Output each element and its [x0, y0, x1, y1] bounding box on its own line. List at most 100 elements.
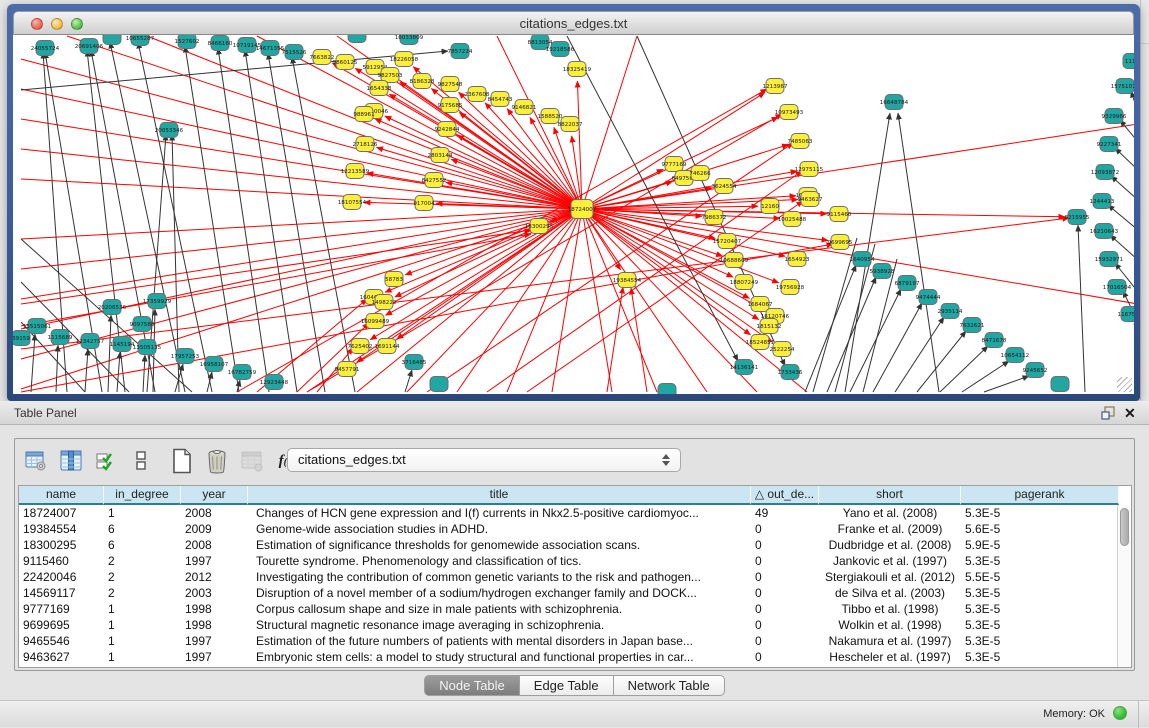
graph-edge[interactable] [1120, 120, 1134, 142]
graph-node[interactable]: 7857224 [448, 44, 473, 59]
graph-node[interactable]: 9097588 [130, 317, 155, 332]
graph-node[interactable]: 2367608 [465, 87, 490, 102]
graph-node[interactable]: 10688609 [720, 253, 749, 268]
graph-node[interactable] [1051, 377, 1069, 392]
graph-node[interactable]: 1167533 [1118, 307, 1134, 322]
graph-edge[interactable] [984, 376, 1029, 392]
column-header-title[interactable]: title [248, 486, 751, 505]
graph-node[interactable]: 1640954 [850, 252, 875, 267]
table-row[interactable]: 977716911998Corpus callosum shape and si… [19, 601, 1117, 617]
graph-node[interactable]: 15751074 [1111, 79, 1134, 94]
column-header-out_de[interactable]: △ out_de... [751, 486, 819, 505]
graph-edge[interactable] [245, 50, 297, 392]
graph-node[interactable]: 17359929 [143, 294, 172, 309]
table-cell[interactable]: 49 [751, 505, 819, 521]
table-cell[interactable]: 1997 [181, 553, 248, 569]
tab-node-table[interactable]: Node Table [424, 675, 520, 696]
citation-network-graph[interactable]: 1872400724055724206914061065528715276028… [13, 35, 1134, 394]
table-cell[interactable]: Structural magnetic resonance image aver… [248, 617, 751, 633]
graph-node[interactable]: 1145194 [110, 337, 135, 352]
graph-edge[interactable] [917, 331, 966, 392]
graph-edge[interactable] [873, 303, 922, 392]
table-cell[interactable]: Jankovic et al. (1997) [819, 553, 961, 569]
graph-node[interactable]: 1733436 [778, 365, 803, 380]
graph-edge[interactable] [21, 209, 582, 359]
column-header-pagerank[interactable]: pagerank [961, 486, 1119, 505]
table-cell[interactable]: 2 [104, 553, 181, 569]
graph-node[interactable]: 9827548 [438, 77, 463, 92]
table-cell[interactable]: 0 [751, 585, 819, 601]
table-cell[interactable]: 0 [751, 633, 819, 649]
graph-node[interactable]: 8466160 [208, 36, 233, 51]
graph-edge[interactable] [31, 334, 35, 392]
table-cell[interactable]: 2008 [181, 505, 248, 521]
graph-node[interactable] [348, 35, 366, 43]
graph-node[interactable]: 8427552 [422, 173, 447, 188]
table-cell[interactable]: 1 [104, 617, 181, 633]
memory-ok-icon[interactable] [1113, 706, 1127, 720]
window-titlebar[interactable]: citations_edges.txt [13, 11, 1134, 35]
table-cell[interactable]: Tibbo et al. (1998) [819, 601, 961, 617]
table-cell[interactable]: Dudbridge et al. (2008) [819, 537, 961, 553]
table-cell[interactable]: 1998 [181, 617, 248, 633]
graph-node[interactable]: 7986372 [702, 210, 727, 225]
column-header-name[interactable]: name [19, 486, 104, 505]
graph-node[interactable]: 2935114 [938, 304, 963, 319]
graph-edge[interactable] [582, 92, 765, 209]
table-settings-button[interactable] [23, 448, 49, 474]
table-cell[interactable]: 1 [104, 649, 181, 665]
graph-node[interactable]: 3624554 [712, 179, 737, 194]
table-row[interactable]: 1456911722003Disruption of a novel membe… [19, 585, 1117, 601]
graph-edge[interactable] [147, 36, 582, 209]
table-cell[interactable]: 2003 [181, 585, 248, 601]
graph-node[interactable]: 1213967 [763, 79, 788, 94]
table-cell[interactable]: 1997 [181, 633, 248, 649]
table-row[interactable]: 946554611997Estimation of the future num… [19, 633, 1117, 649]
graph-node[interactable]: 8215955 [1065, 210, 1090, 225]
graph-node[interactable]: 14136141 [730, 360, 759, 375]
table-cell[interactable]: Hescheler et al. (1997) [819, 649, 961, 665]
table-cell[interactable]: 1 [104, 601, 181, 617]
graph-node[interactable]: 8471678 [982, 333, 1007, 348]
table-cell[interactable]: Tourette syndrome. Phenomenology and cla… [248, 553, 751, 569]
table-cell[interactable]: 22420046 [19, 569, 104, 585]
table-cell[interactable]: 18724007 [19, 505, 104, 521]
graph-edge[interactable] [827, 277, 876, 392]
table-cell[interactable]: 0 [751, 537, 819, 553]
table-cell[interactable]: Estimation of the future numbers of pati… [248, 633, 751, 649]
tab-edge-table[interactable]: Edge Table [520, 675, 614, 696]
graph-node[interactable]: 16210643 [1090, 224, 1119, 239]
column-header-year[interactable]: year [181, 486, 248, 505]
table-cell[interactable]: Estimation of significance thresholds fo… [248, 537, 751, 553]
graph-node[interactable]: 12093872 [1091, 165, 1119, 180]
graph-node[interactable]: 1498222 [372, 295, 397, 310]
table-cell[interactable]: 6 [104, 537, 181, 553]
table-row[interactable]: 1830029562008Estimation of significance … [19, 537, 1117, 553]
graph-node[interactable]: 20691406 [75, 39, 104, 54]
network-canvas[interactable]: 1872400724055724206914061065528715276028… [13, 35, 1134, 394]
graph-edge[interactable] [395, 209, 582, 297]
table-cell[interactable]: 5.3E-5 [961, 553, 1117, 569]
graph-edge[interactable] [582, 209, 807, 392]
table-cell[interactable]: 0 [751, 553, 819, 569]
table-cell[interactable]: 2 [104, 585, 181, 601]
graph-node[interactable]: 746266 [689, 166, 711, 181]
table-cell[interactable]: 5.5E-5 [961, 569, 1117, 585]
graph-edge[interactable] [21, 230, 531, 304]
table-cell[interactable]: 6 [104, 521, 181, 537]
table-cell[interactable]: Embryonic stem cells: a model to study s… [248, 649, 751, 665]
row-height-button[interactable] [128, 448, 154, 474]
table-cell[interactable]: 1998 [181, 601, 248, 617]
table-cell[interactable]: Investigating the contribution of common… [248, 569, 751, 585]
table-cell[interactable]: Nakamura et al. (1997) [819, 633, 961, 649]
close-panel-icon[interactable]: ✕ [1124, 405, 1136, 422]
table-cell[interactable]: Corpus callosum shape and size in male p… [248, 601, 751, 617]
graph-edge[interactable] [582, 209, 707, 392]
table-cell[interactable]: 1997 [181, 649, 248, 665]
graph-edge[interactable] [143, 355, 145, 392]
delete-row-button[interactable] [204, 448, 230, 474]
graph-node[interactable]: 1117 [1123, 54, 1134, 69]
table-cell[interactable]: 5.3E-5 [961, 505, 1117, 521]
table-cell[interactable]: Disruption of a novel member of a sodium… [248, 585, 751, 601]
graph-node[interactable]: 16648784 [880, 95, 909, 110]
